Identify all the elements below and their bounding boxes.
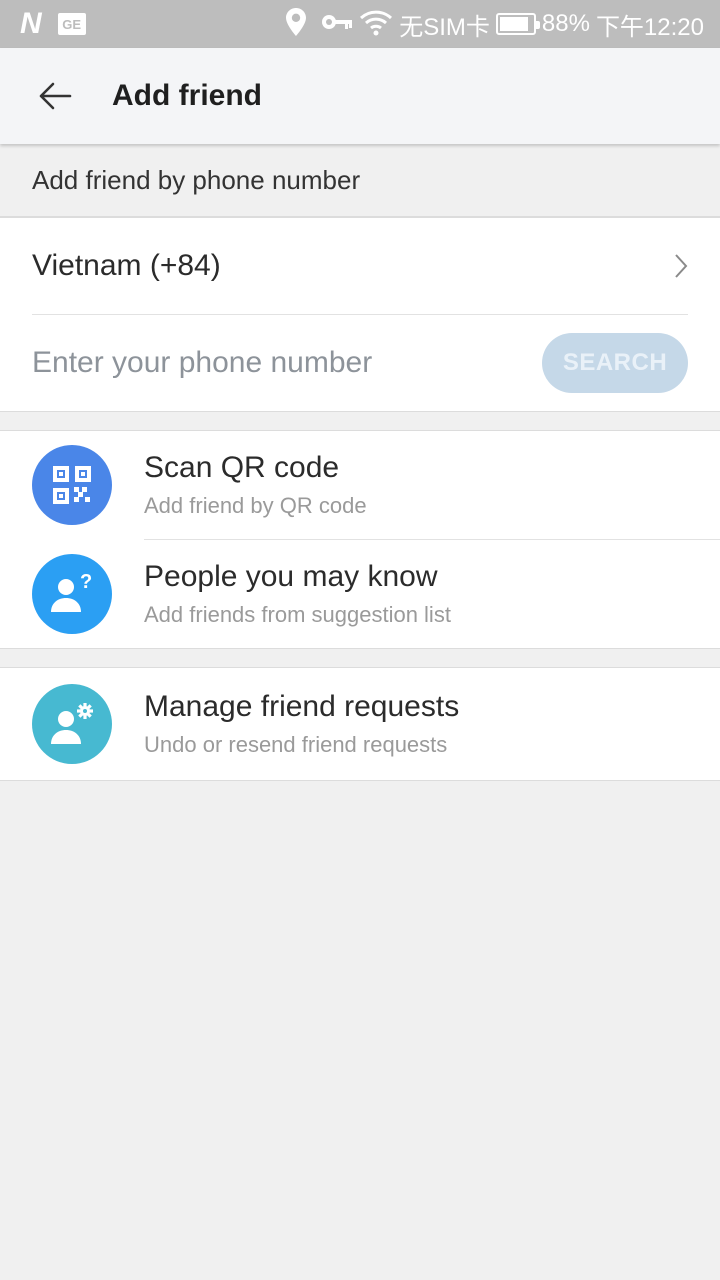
phone-card: Vietnam (+84) SEARCH — [0, 218, 720, 411]
battery-percent: 88% — [541, 10, 590, 37]
battery-icon — [495, 13, 540, 35]
country-label: Vietnam (+84) — [32, 249, 221, 282]
person-question-icon: ? — [32, 554, 112, 634]
search-button[interactable]: SEARCH — [542, 333, 688, 393]
people-you-may-know-subtitle: Add friends from suggestion list — [144, 602, 451, 627]
manage-card: Manage friend requests Undo or resend fr… — [0, 668, 720, 781]
add-friend-screen: N GE 无SIM卡 88% 下午12:20 Add friend Add fr… — [0, 0, 720, 1280]
section-gap — [0, 648, 720, 668]
section-gap — [0, 411, 720, 431]
people-you-may-know-title: People you may know — [144, 560, 438, 593]
wifi-icon — [359, 8, 393, 41]
phone-number-input[interactable] — [32, 346, 502, 380]
svg-text:?: ? — [80, 572, 92, 593]
scan-qr-title: Scan QR code — [144, 451, 340, 484]
page-title: Add friend — [112, 79, 262, 112]
clock: 下午12:20 — [595, 13, 704, 41]
manage-requests-subtitle: Undo or resend friend requests — [144, 732, 448, 757]
back-button[interactable] — [0, 48, 110, 144]
phone-section-label: Add friend by phone number — [0, 144, 720, 218]
phone-input-row: SEARCH — [0, 315, 720, 411]
location-icon — [285, 7, 307, 42]
person-gear-icon — [32, 684, 112, 764]
app-header: Add friend — [0, 48, 720, 144]
arrow-left-icon — [39, 82, 72, 110]
battery-level — [499, 17, 529, 31]
country-selector[interactable]: Vietnam (+84) — [0, 218, 720, 314]
sim-status: 无SIM卡 — [399, 13, 490, 41]
chevron-right-icon — [675, 254, 688, 278]
options-card: Scan QR code Add friend by QR code ? Peo… — [0, 431, 720, 648]
scan-qr-item[interactable]: Scan QR code Add friend by QR code — [0, 431, 720, 539]
ge-icon: GE — [57, 13, 86, 35]
key-icon — [321, 12, 353, 37]
n-icon: N — [20, 7, 42, 40]
manage-friend-requests-item[interactable]: Manage friend requests Undo or resend fr… — [0, 668, 720, 780]
qr-code-icon — [32, 445, 112, 525]
status-bar: N GE 无SIM卡 88% 下午12:20 — [0, 0, 720, 48]
manage-requests-title: Manage friend requests — [144, 690, 460, 723]
people-you-may-know-item[interactable]: ? People you may know Add friends from s… — [0, 540, 720, 648]
scan-qr-subtitle: Add friend by QR code — [144, 493, 367, 518]
